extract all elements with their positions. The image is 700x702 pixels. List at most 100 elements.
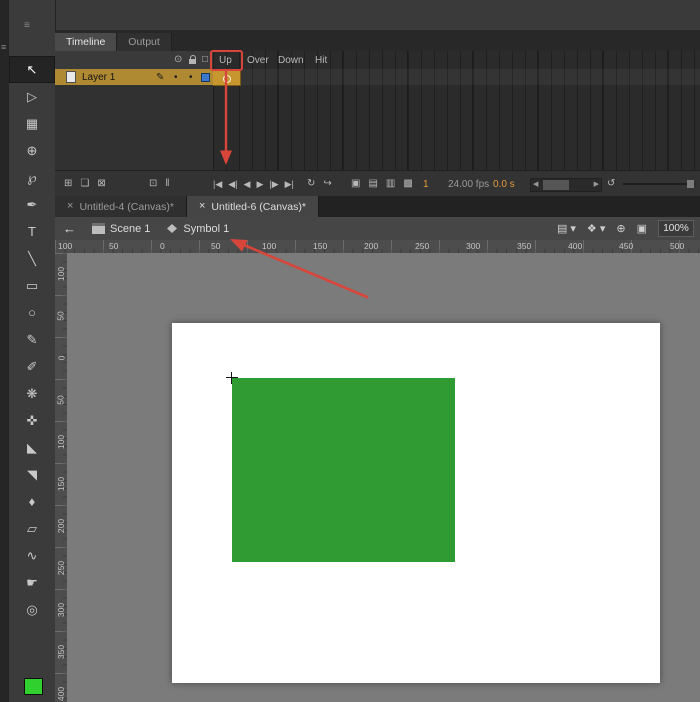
breadcrumb-scene[interactable]: Scene 1	[92, 223, 150, 235]
pause-button[interactable]: ‖	[161, 171, 173, 197]
scene-name: Scene 1	[110, 223, 150, 235]
pen-tool[interactable]: ✒	[9, 191, 55, 218]
lasso-tool[interactable]: ℘	[9, 164, 55, 191]
width-tool[interactable]: ∿	[9, 542, 55, 569]
scroll-left-icon[interactable]: ◀	[531, 179, 540, 191]
center-stage-button[interactable]: ⊕	[616, 222, 625, 235]
document-tab-label: Untitled-4 (Canvas)*	[79, 201, 174, 213]
fill-color-swatch[interactable]	[24, 678, 43, 695]
document-tab[interactable]: × Untitled-4 (Canvas)*	[55, 196, 187, 217]
go-to-last-frame-button[interactable]: ▶|	[282, 171, 297, 197]
horizontal-ruler: 10050050100150200250300350400450500550	[55, 240, 700, 254]
breadcrumb-symbol[interactable]: Symbol 1	[166, 223, 229, 235]
tool-icon: ∿	[27, 548, 38, 564]
frame-label-up[interactable]: Up	[219, 55, 232, 66]
bone-tool[interactable]: ✜	[9, 407, 55, 434]
tab-timeline[interactable]: Timeline	[55, 33, 117, 51]
selection-tool[interactable]: ↖	[9, 56, 55, 83]
clip-content-button[interactable]: ▣	[637, 222, 647, 235]
timeline-scrollbar[interactable]: ◀ ▶	[530, 178, 602, 192]
ruler-label: 350	[514, 240, 565, 253]
empty-keyframe-icon	[223, 75, 231, 83]
brush-tool[interactable]: ✐	[9, 353, 55, 380]
up-frame-cell[interactable]	[213, 69, 241, 86]
tool-icon: ☛	[26, 575, 38, 591]
new-layer-button[interactable]: ⊞	[60, 171, 76, 197]
step-forward-button[interactable]: |▶	[266, 171, 281, 197]
timeline-zoom-slider[interactable]	[623, 183, 695, 185]
eraser-tool[interactable]: ▱	[9, 515, 55, 542]
show-hide-column-icon[interactable]: ⊙	[174, 54, 182, 65]
layer-editing-pencil-icon: ✎	[156, 72, 164, 83]
layer-visibility-dot[interactable]: •	[174, 72, 178, 83]
frame-rate-value[interactable]: 24.00 fps	[448, 171, 489, 197]
line-tool[interactable]: ╲	[9, 245, 55, 272]
ruler-label: 100	[55, 240, 106, 253]
play-button[interactable]: ▶	[253, 171, 266, 197]
panel-menu-icon[interactable]: ≡	[1, 44, 6, 51]
ruler-label: 450	[616, 240, 667, 253]
delete-layer-button[interactable]: ⊠	[93, 171, 109, 197]
ruler-label: 250	[412, 240, 463, 253]
modify-markers-button[interactable]: ▩	[399, 171, 416, 197]
ruler-label: 100	[55, 253, 67, 295]
ruler-label: 400	[55, 673, 67, 702]
tool-icon: ℘	[27, 170, 36, 186]
tool-icon: ♦	[29, 494, 36, 509]
layer-outline-color-swatch[interactable]	[201, 73, 210, 82]
document-tab-label: Untitled-6 (Canvas)*	[211, 201, 306, 213]
hand-tool[interactable]: ☛	[9, 569, 55, 596]
go-to-first-frame-button[interactable]: |◀	[210, 171, 225, 197]
3d-rotation-tool[interactable]: ⊕	[9, 137, 55, 164]
tool-icon: ╲	[28, 251, 36, 267]
back-arrow-icon[interactable]: ←	[63, 221, 76, 236]
document-tab[interactable]: × Untitled-6 (Canvas)*	[187, 196, 319, 217]
ruler-label: 100	[259, 240, 310, 253]
text-tool[interactable]: T	[9, 218, 55, 245]
step-back-button[interactable]: ◀|	[225, 171, 240, 197]
green-rectangle-shape[interactable]	[232, 378, 455, 562]
layer-lock-dot[interactable]: •	[189, 72, 193, 83]
deco-tool[interactable]: ❋	[9, 380, 55, 407]
center-frame-button[interactable]: ⊡	[145, 171, 161, 197]
loop-playback-button[interactable]: ↻	[303, 171, 319, 197]
reset-timeline-zoom-icon[interactable]: ↺	[603, 171, 619, 197]
pasteboard[interactable]	[67, 253, 700, 702]
play-reverse-button[interactable]: ◀	[241, 171, 254, 197]
paint-bucket-tool[interactable]: ◣	[9, 434, 55, 461]
tab-close-icon[interactable]: ×	[67, 201, 73, 212]
edit-scene-button[interactable]: ▤ ▾	[557, 222, 576, 235]
eyedropper-tool[interactable]: ♦	[9, 488, 55, 515]
zoom-slider-thumb[interactable]	[687, 180, 694, 188]
onion-skin-outlines-button[interactable]: ▤	[364, 171, 381, 197]
oval-tool[interactable]: ○	[9, 299, 55, 326]
rectangle-tool[interactable]: ▭	[9, 272, 55, 299]
frame-label-over[interactable]: Over	[247, 55, 269, 66]
stage-zoom-control[interactable]: 100%	[658, 220, 694, 237]
tools-panel-menu-icon[interactable]: ≡	[24, 20, 30, 31]
edit-multiple-frames-button[interactable]: ▥	[382, 171, 399, 197]
timeline-tabstrip: Timeline Output	[55, 30, 700, 51]
outline-column-icon[interactable]: □	[202, 54, 208, 65]
stage[interactable]	[172, 323, 660, 683]
symbol-icon	[166, 223, 178, 234]
ruler-label: 100	[55, 421, 67, 463]
marker-range-button[interactable]: ↪	[319, 171, 335, 197]
onion-skin-button[interactable]: ▣	[347, 171, 364, 197]
pencil-tool[interactable]: ✎	[9, 326, 55, 353]
lock-column-icon[interactable]	[189, 59, 196, 64]
subselection-tool[interactable]: ▷	[9, 83, 55, 110]
tab-close-icon[interactable]: ×	[199, 201, 205, 212]
free-transform-tool[interactable]: ▦	[9, 110, 55, 137]
edit-symbols-button[interactable]: ❖ ▾	[587, 222, 605, 235]
ink-bottle-tool[interactable]: ◥	[9, 461, 55, 488]
zoom-tool[interactable]: ◎	[9, 596, 55, 623]
scroll-right-icon[interactable]: ▶	[592, 179, 601, 191]
tab-output[interactable]: Output	[117, 33, 172, 51]
new-folder-button[interactable]: ❏	[76, 171, 93, 197]
scrollbar-thumb[interactable]	[543, 180, 569, 190]
frame-label-hit[interactable]: Hit	[315, 55, 327, 66]
layer-row[interactable]: Layer 1 ✎ • •	[55, 69, 213, 85]
playback-controls: |◀◀|◀▶|▶▶|	[210, 171, 297, 197]
frame-label-down[interactable]: Down	[278, 55, 304, 66]
